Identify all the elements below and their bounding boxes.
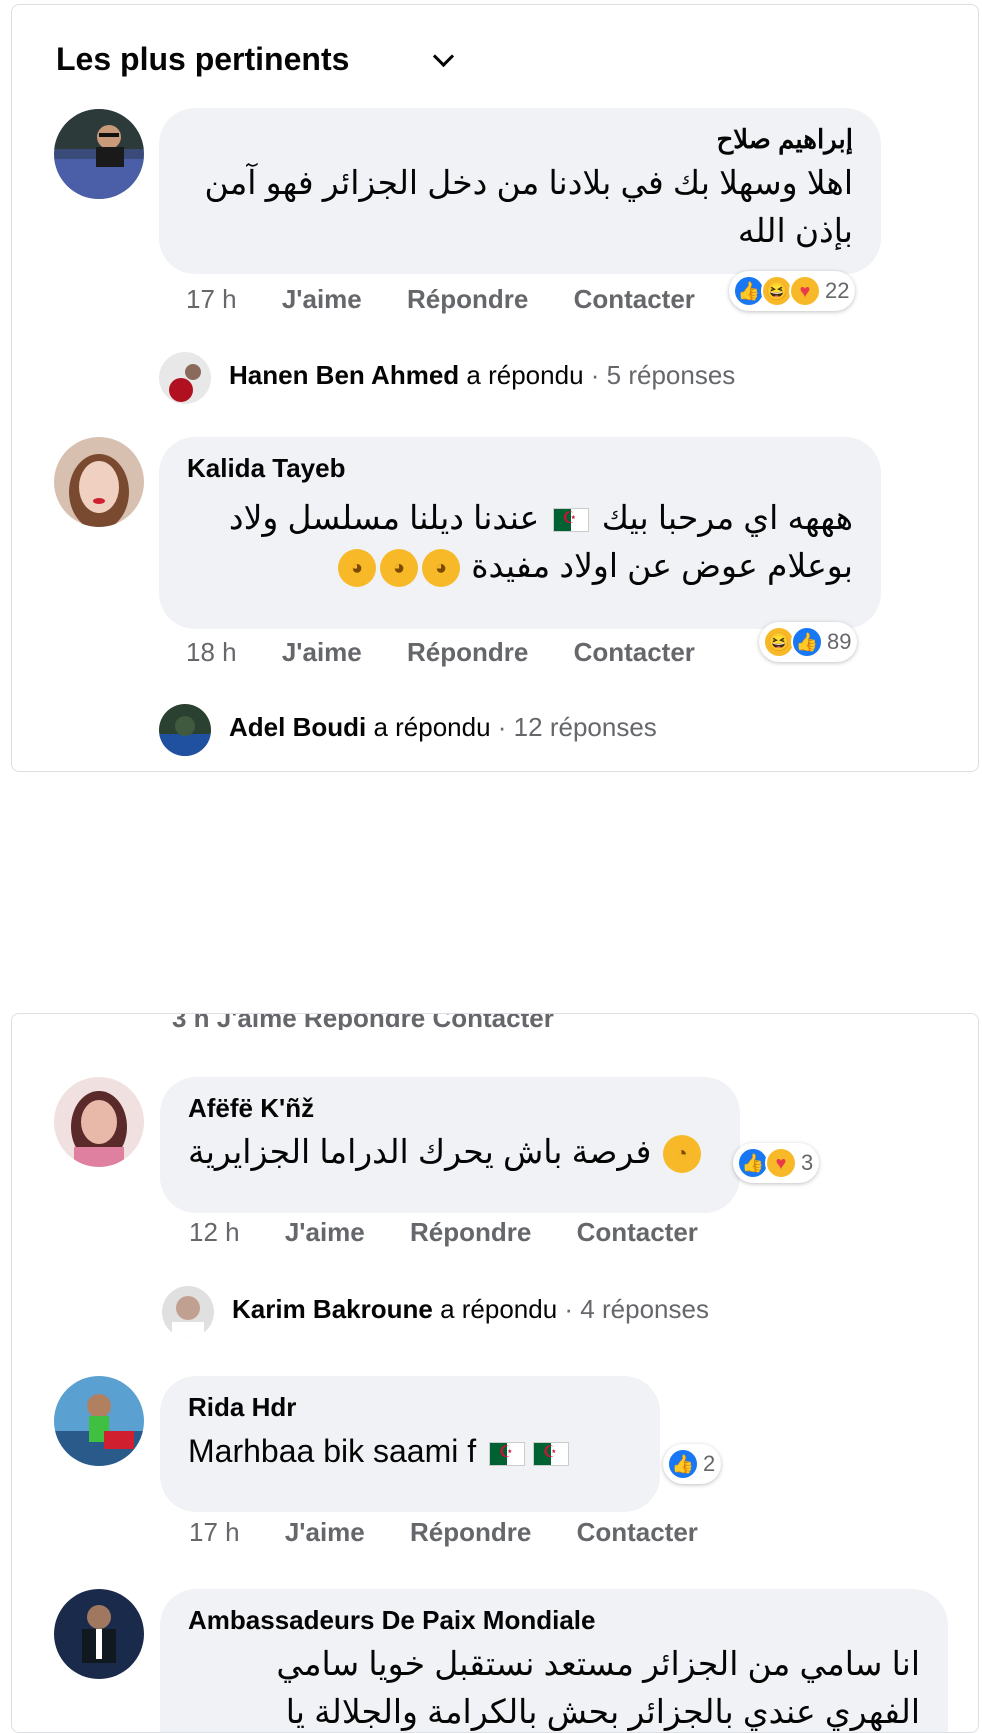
comment-bubble: إبراهيم صلاح اهلا وسهلا بك في بلادنا من … — [159, 108, 881, 274]
comment-actions: 17 h J'aime Répondre Contacter — [186, 284, 695, 315]
algeria-flag-icon — [552, 508, 589, 533]
avatar[interactable] — [54, 1376, 144, 1466]
comment-author[interactable]: Afëfë K'ñž — [188, 1093, 712, 1124]
chevron-down-icon — [432, 45, 455, 68]
reactions-summary[interactable]: 👍 😆 ♥ 22 — [729, 271, 856, 311]
woozy-face-icon: ◕ — [338, 549, 377, 588]
comment-text-part: بوعلام عوض عن اولاد مفيدة — [471, 547, 853, 584]
comment-text: هههه اي مرحبا بيك عندنا ديلنا مسلسل ولاد… — [187, 494, 853, 590]
replier-name: Karim Bakroune — [232, 1294, 433, 1324]
avatar[interactable] — [54, 109, 144, 199]
comment-text-part: هههه اي مرحبا بيك — [601, 499, 853, 536]
avatar[interactable] — [54, 437, 144, 527]
cutoff-actions: 3 h J'aime Répondre Contacter — [172, 1014, 554, 1030]
reaction-count: 2 — [703, 1451, 716, 1476]
replied-verb: a répondu — [466, 360, 584, 390]
like-button[interactable]: J'aime — [282, 284, 362, 314]
reply-button[interactable]: Répondre — [407, 637, 528, 667]
comment-author[interactable]: Ambassadeurs De Paix Mondiale — [188, 1605, 920, 1636]
reply-count: · 12 réponses — [497, 712, 657, 742]
reaction-count: 3 — [801, 1150, 814, 1175]
comment-text: اهلا وسهلا بك في بلادنا من دخل الجزائر ف… — [204, 164, 853, 249]
comment-actions: 18 h J'aime Répondre Contacter — [186, 637, 695, 668]
comments-card-1: Les plus pertinents إبراهيم صلاح اهلا وس… — [11, 4, 979, 772]
reply-avatar — [159, 352, 211, 404]
sort-dropdown[interactable]: Les plus pertinents — [56, 41, 455, 78]
replier-name: Hanen Ben Ahmed — [229, 360, 460, 390]
care-reaction-icon: ♥ — [789, 275, 821, 307]
like-button[interactable]: J'aime — [282, 637, 362, 667]
comment-text-part: عندنا ديلنا مسلسل ولاد — [228, 499, 540, 536]
comment-bubble: Ambassadeurs De Paix Mondiale انا سامي م… — [160, 1589, 948, 1732]
replier-name: Adel Boudi — [229, 712, 367, 742]
comment-author[interactable]: Rida Hdr — [188, 1392, 632, 1423]
woozy-face-icon: ◕ — [380, 549, 419, 588]
comment-text-part: الفهري عندي بالجزائر بحش بالكرامة والجلا… — [285, 1693, 920, 1730]
sort-label: Les plus pertinents — [56, 41, 350, 77]
avatar[interactable] — [54, 1589, 144, 1679]
comment-text: ◔ فرصة باش يحرك الدراما الجزايرية — [188, 1128, 712, 1176]
comment-text-part: انا سامي من الجزائر مستعد نستقبل خويا سا… — [276, 1645, 920, 1682]
contact-button[interactable]: Contacter — [574, 637, 695, 667]
comment-bubble: Kalida Tayeb هههه اي مرحبا بيك عندنا ديل… — [159, 437, 881, 629]
like-reaction-icon: 👍 — [791, 626, 823, 658]
like-reaction-icon: 👍 — [667, 1448, 699, 1480]
avatar[interactable] — [54, 1077, 144, 1167]
woozy-face-icon: ◕ — [422, 549, 461, 588]
replied-verb: a répondu — [373, 712, 491, 742]
reply-button[interactable]: Répondre — [410, 1517, 531, 1547]
comment-bubble: Rida Hdr Marhbaa bik saami f — [160, 1376, 660, 1512]
reply-button[interactable]: Répondre — [407, 284, 528, 314]
reactions-summary[interactable]: 👍 2 — [663, 1444, 722, 1484]
contact-button[interactable]: Contacter — [577, 1517, 698, 1547]
reaction-count: 89 — [827, 629, 852, 654]
comment-time[interactable]: 12 h — [189, 1217, 240, 1247]
comments-card-2: 3 h J'aime Répondre Contacter Afëfë K'ñž… — [11, 1013, 979, 1733]
reply-avatar — [162, 1286, 214, 1338]
reactions-summary[interactable]: 😆 👍 89 — [759, 622, 858, 662]
comment-actions: 17 h J'aime Répondre Contacter — [189, 1517, 698, 1548]
comment-time[interactable]: 18 h — [186, 637, 237, 667]
like-button[interactable]: J'aime — [285, 1217, 365, 1247]
comment-text: Marhbaa bik saami f — [188, 1427, 632, 1475]
contact-button[interactable]: Contacter — [577, 1217, 698, 1247]
comment-time[interactable]: 17 h — [189, 1517, 240, 1547]
contact-button[interactable]: Contacter — [574, 284, 695, 314]
comment-author[interactable]: إبراهيم صلاح — [187, 124, 854, 155]
replied-verb: a répondu — [440, 1294, 558, 1324]
like-button[interactable]: J'aime — [285, 1517, 365, 1547]
care-reaction-icon: ♥ — [765, 1147, 797, 1179]
reaction-count: 22 — [825, 278, 850, 303]
comment-text-part: Marhbaa bik saami f — [188, 1433, 477, 1469]
algeria-flag-icon — [533, 1441, 570, 1466]
comment-time[interactable]: 17 h — [186, 284, 237, 314]
reply-count: · 4 réponses — [564, 1294, 709, 1324]
reply-count: · 5 réponses — [590, 360, 736, 390]
reply-button[interactable]: Répondre — [410, 1217, 531, 1247]
smirk-face-icon: ◔ — [662, 1135, 701, 1174]
comment-text-part: فرصة باش يحرك الدراما الجزايرية — [188, 1133, 652, 1170]
comment-text: انا سامي من الجزائر مستعد نستقبل خويا سا… — [188, 1640, 920, 1732]
algeria-flag-icon — [489, 1441, 526, 1466]
reply-avatar — [159, 704, 211, 756]
comment-bubble: Afëfë K'ñž ◔ فرصة باش يحرك الدراما الجزا… — [160, 1077, 740, 1213]
comment-author[interactable]: Kalida Tayeb — [187, 453, 853, 484]
comment-actions: 12 h J'aime Répondre Contacter — [189, 1217, 698, 1248]
reactions-summary[interactable]: 👍 ♥ 3 — [733, 1143, 820, 1183]
